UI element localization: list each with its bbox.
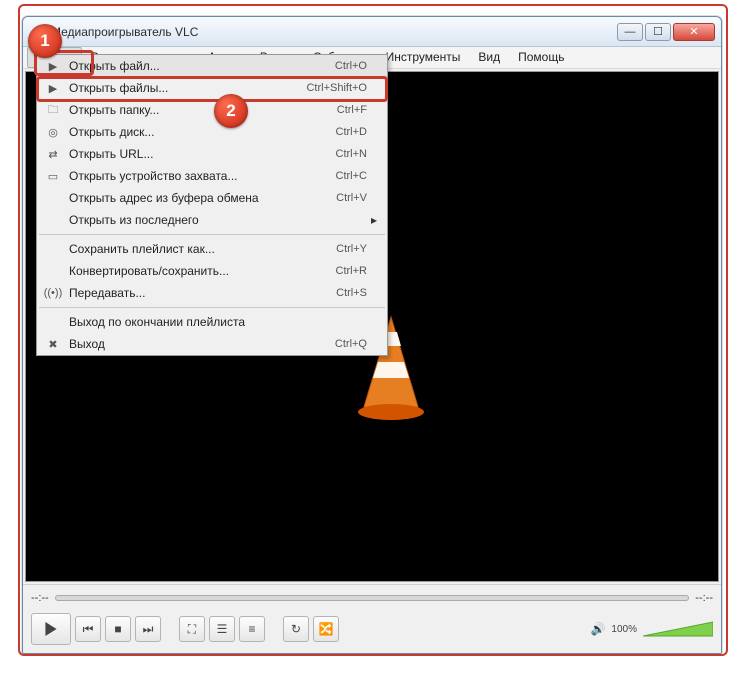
menu-item-label: Открыть устройство захвата... [63,169,336,183]
menu-item-shortcut: Ctrl+N [336,148,367,160]
elapsed-time: --:-- [31,592,49,604]
seek-bar[interactable] [55,595,690,601]
menu-item-icon: ⇄ [43,148,63,161]
volume-control[interactable]: 🔊 100% [590,620,713,638]
menu-item-0[interactable]: ▶Открыть файл...Ctrl+O [37,55,387,77]
menu-item-label: Открыть папку... [63,103,337,117]
menu-item-10[interactable]: Конвертировать/сохранить...Ctrl+R [37,260,387,282]
menu-view[interactable]: Вид [469,47,509,68]
loop-button[interactable]: ↻ [283,616,309,642]
menu-item-label: Выход [63,337,335,351]
ext-settings-button[interactable]: ☰ [209,616,235,642]
menu-item-shortcut: Ctrl+V [336,192,367,204]
menu-item-shortcut: Ctrl+R [336,265,367,277]
fullscreen-button[interactable]: ⛶ [179,616,205,642]
menu-item-shortcut: Ctrl+Shift+O [306,82,367,94]
menu-item-4[interactable]: ⇄Открыть URL...Ctrl+N [37,143,387,165]
playlist-button[interactable]: ≡ [239,616,265,642]
menu-item-9[interactable]: Сохранить плейлист как...Ctrl+Y [37,238,387,260]
menu-help[interactable]: Помощь [509,47,573,68]
menu-item-icon: ✖ [43,338,63,351]
menu-item-icon: 🗀 [43,101,63,120]
menu-item-2[interactable]: 🗀Открыть папку...Ctrl+F [37,99,387,121]
menu-separator [39,307,385,308]
menu-item-14[interactable]: ✖ВыходCtrl+Q [37,333,387,355]
total-time: --:-- [695,592,713,604]
menu-item-13[interactable]: Выход по окончании плейлиста [37,311,387,333]
menu-item-11[interactable]: ((•))Передавать...Ctrl+S [37,282,387,304]
minimize-button[interactable]: ― [617,23,643,41]
maximize-button[interactable]: ☐ [645,23,671,41]
shuffle-button[interactable]: 🔀 [313,616,339,642]
callout-1: 1 [28,24,62,58]
menu-item-shortcut: Ctrl+Q [335,338,367,350]
menu-item-icon: ▭ [43,170,63,183]
menu-item-label: Передавать... [63,286,336,300]
menu-item-label: Открыть адрес из буфера обмена [63,191,336,205]
stop-button[interactable]: ■ [105,616,131,642]
menu-item-icon: ((•)) [43,287,63,299]
menu-item-5[interactable]: ▭Открыть устройство захвата...Ctrl+C [37,165,387,187]
next-button[interactable]: ⏭ [135,616,161,642]
scrubber[interactable]: --:-- --:-- [31,589,713,607]
menu-item-shortcut: Ctrl+S [336,287,367,299]
menu-item-label: Открыть URL... [63,147,336,161]
window-title: Медиапроигрыватель VLC [51,25,617,39]
menu-item-6[interactable]: Открыть адрес из буфера обменаCtrl+V [37,187,387,209]
menu-item-label: Открыть диск... [63,125,336,139]
volume-label: 100% [611,624,637,635]
menu-item-shortcut: Ctrl+O [335,60,367,72]
close-button[interactable]: ✕ [673,23,715,41]
volume-slider[interactable] [643,620,713,638]
bottom-panel: --:-- --:-- ⏮ ■ ⏭ ⛶ ☰ ≡ ↻ 🔀 🔊 100% [23,584,721,653]
menu-item-label: Открыть файл... [63,59,335,73]
menu-item-label: Открыть из последнего [63,213,367,227]
play-button[interactable] [31,613,71,645]
menu-item-label: Сохранить плейлист как... [63,242,336,256]
submenu-arrow-icon: ▸ [367,213,377,227]
menu-item-shortcut: Ctrl+F [337,104,367,116]
prev-button[interactable]: ⏮ [75,616,101,642]
menu-separator [39,234,385,235]
menu-item-icon: ◎ [43,126,63,139]
menu-tools[interactable]: Инструменты [377,47,470,68]
media-menu-dropdown: ▶Открыть файл...Ctrl+O▶Открыть файлы...C… [36,54,388,356]
menu-item-shortcut: Ctrl+C [336,170,367,182]
menu-item-label: Выход по окончании плейлиста [63,315,367,329]
callout-2: 2 [214,94,248,128]
menu-item-3[interactable]: ◎Открыть диск...Ctrl+D [37,121,387,143]
menu-item-shortcut: Ctrl+Y [336,243,367,255]
controls: ⏮ ■ ⏭ ⛶ ☰ ≡ ↻ 🔀 🔊 100% [31,613,713,645]
titlebar: Медиапроигрыватель VLC ― ☐ ✕ [23,17,721,47]
speaker-icon: 🔊 [590,622,605,636]
menu-item-icon: ▶ [43,60,63,73]
menu-item-7[interactable]: Открыть из последнего▸ [37,209,387,231]
menu-item-label: Открыть файлы... [63,81,306,95]
menu-item-1[interactable]: ▶Открыть файлы...Ctrl+Shift+O [37,77,387,99]
menu-item-shortcut: Ctrl+D [336,126,367,138]
menu-item-label: Конвертировать/сохранить... [63,264,336,278]
menu-item-icon: ▶ [43,82,63,95]
